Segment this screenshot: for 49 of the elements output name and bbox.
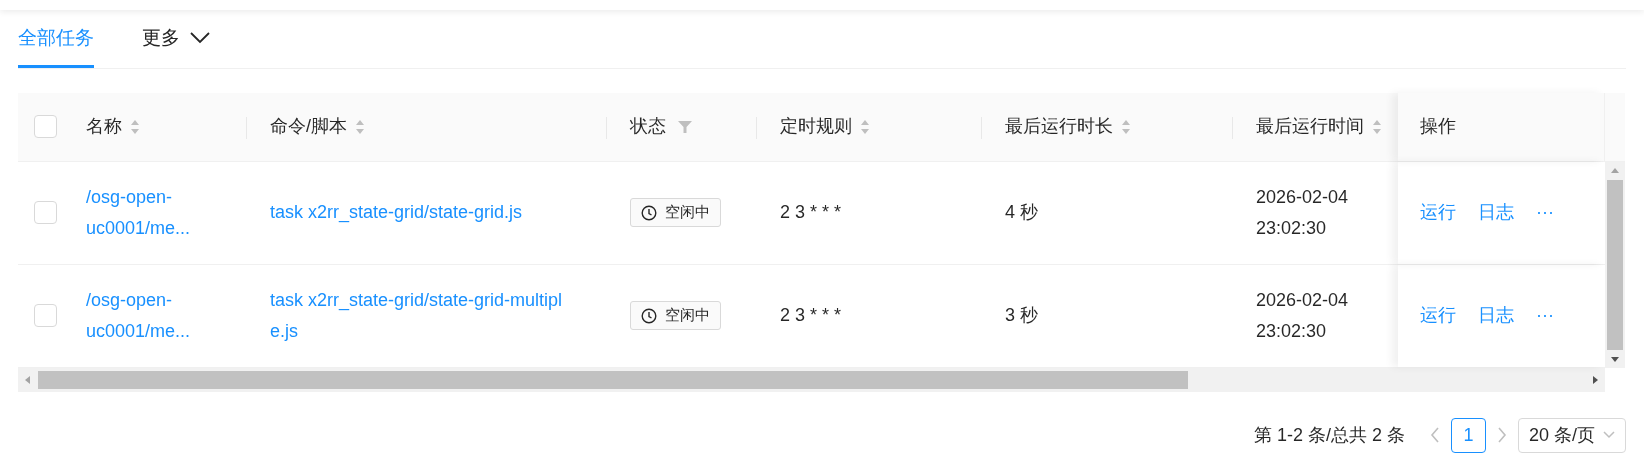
last-run-time: 2026-02-04 <box>1256 185 1350 209</box>
pagination-summary: 第 1-2 条/总共 2 条 <box>1253 423 1405 447</box>
page-button[interactable]: 1 <box>1450 417 1486 453</box>
clock-icon <box>641 307 657 324</box>
cron-rule: 2 3 * * * <box>780 201 842 224</box>
more-dropdown-tab[interactable]: 更多 <box>142 24 210 68</box>
action-link[interactable]: 运行 <box>1420 199 1456 226</box>
task-name-link[interactable]: /osg-open-uc0001/me... <box>86 284 211 347</box>
clock-icon <box>641 204 657 221</box>
column-header: 定时规则 <box>780 115 852 138</box>
action-link[interactable]: 日志 <box>1478 199 1514 226</box>
column-header: 命令/脚本 <box>270 115 347 138</box>
last-run-time: 23:02:30 <box>1256 216 1328 240</box>
checkbox[interactable] <box>34 201 57 224</box>
duration-text: 4 秒 <box>1005 201 1038 224</box>
filter-icon[interactable] <box>678 119 692 134</box>
previous-page-icon[interactable] <box>1428 426 1441 444</box>
chevron-down-icon <box>1603 431 1615 439</box>
status-tag: 空闲中 <box>630 198 721 227</box>
next-page-icon[interactable] <box>1495 426 1508 444</box>
action-link[interactable]: 日志 <box>1478 302 1514 329</box>
more-actions-link[interactable]: ··· <box>1536 302 1554 329</box>
command-link[interactable]: task x2rr_state-grid/state-grid-multiple.js <box>270 284 565 347</box>
action-link[interactable]: 运行 <box>1420 302 1456 329</box>
last-run-time: 2026-02-04 <box>1256 288 1350 312</box>
sort-icon[interactable] <box>355 118 365 135</box>
tab[interactable]: 全部任务 <box>18 24 94 68</box>
cron-rule: 2 3 * * * <box>780 304 842 327</box>
command-link[interactable]: task x2rr_state-grid/state-grid.js <box>270 197 523 228</box>
vertical-scrollbar[interactable] <box>1605 161 1625 368</box>
sort-icon[interactable] <box>130 118 140 135</box>
duration-text: 3 秒 <box>1005 304 1038 327</box>
sort-icon[interactable] <box>1372 118 1382 135</box>
last-run-time: 23:02:30 <box>1256 319 1328 343</box>
status-tag: 空闲中 <box>630 301 721 330</box>
task-name-link[interactable]: /osg-open-uc0001/me... <box>86 181 211 244</box>
horizontal-scrollbar[interactable] <box>18 367 1605 392</box>
chevron-down-icon <box>190 32 210 45</box>
checkbox[interactable] <box>34 115 57 138</box>
column-header: 操作 <box>1420 115 1456 138</box>
sort-icon[interactable] <box>860 118 870 135</box>
page-size-select[interactable]: 20 条/页 <box>1517 417 1626 453</box>
column-header: 名称 <box>86 115 122 138</box>
more-actions-link[interactable]: ··· <box>1536 199 1554 226</box>
sort-icon[interactable] <box>1121 118 1131 135</box>
column-header: 状态 <box>630 115 666 138</box>
column-header: 最后运行时长 <box>1005 115 1113 138</box>
column-header: 最后运行时间 <box>1256 115 1364 138</box>
checkbox[interactable] <box>34 304 57 327</box>
